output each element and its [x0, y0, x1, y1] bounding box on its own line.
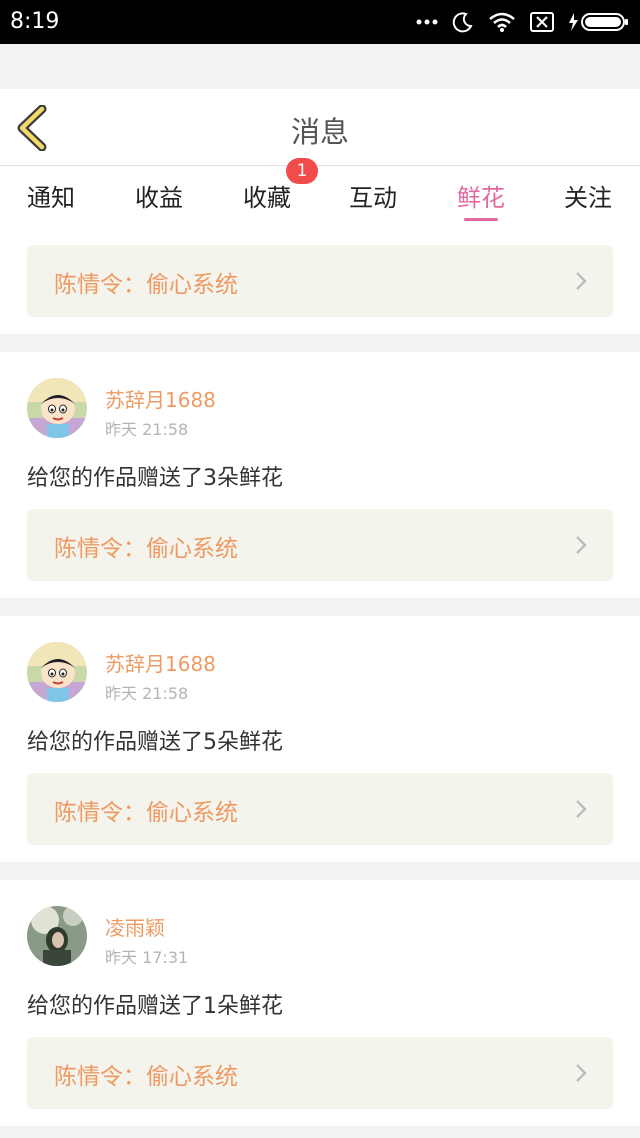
status-bar: 8:19: [0, 0, 640, 44]
flower-gift-item: 苏辞月1688 昨天 21:58 给您的作品赠送了5朵鲜花 陈情令：偷心系统: [0, 616, 640, 862]
battery-charging-icon: [568, 11, 630, 33]
active-tab-indicator: [464, 218, 498, 221]
no-sim-icon: [530, 12, 554, 32]
tab-notifications[interactable]: 通知: [6, 178, 96, 213]
gift-message: 给您的作品赠送了1朵鲜花: [27, 994, 283, 1019]
photo-avatar-icon: [27, 906, 87, 966]
book-title: 陈情令：偷心系统: [54, 800, 238, 826]
tab-flowers-label: 鲜花: [457, 184, 505, 212]
username[interactable]: 凌雨颖: [105, 912, 165, 941]
tab-bar: 通知 收益 收藏 互动 鲜花 关注: [0, 166, 640, 236]
avatar[interactable]: [27, 906, 87, 966]
book-link[interactable]: 陈情令：偷心系统: [27, 509, 613, 581]
avatar[interactable]: [27, 642, 87, 702]
username[interactable]: 苏辞月1688: [105, 648, 216, 677]
cartoon-boy-avatar-icon: [27, 642, 87, 702]
status-icons: [416, 8, 630, 36]
wifi-icon: [488, 11, 516, 33]
username[interactable]: 苏辞月1688: [105, 384, 216, 413]
gift-message: 给您的作品赠送了5朵鲜花: [27, 730, 283, 755]
cartoon-boy-avatar-icon: [27, 378, 87, 438]
book-link[interactable]: 陈情令：偷心系统: [27, 245, 613, 317]
tab-interactions[interactable]: 互动: [328, 178, 418, 213]
favorites-badge: 1: [286, 158, 318, 184]
book-title: 陈情令：偷心系统: [54, 1064, 238, 1090]
avatar[interactable]: [27, 378, 87, 438]
chevron-right-icon: [576, 272, 587, 290]
chevron-right-icon: [576, 536, 587, 554]
top-card: 陈情令：偷心系统: [0, 236, 640, 334]
book-link[interactable]: 陈情令：偷心系统: [27, 773, 613, 845]
do-not-disturb-moon-icon: [452, 11, 474, 33]
status-time: 8:19: [10, 9, 60, 34]
timestamp: 昨天 17:31: [105, 948, 189, 967]
gift-message: 给您的作品赠送了3朵鲜花: [27, 466, 283, 491]
page-title: 消息: [290, 115, 349, 149]
book-title: 陈情令：偷心系统: [54, 272, 238, 298]
chevron-right-icon: [576, 800, 587, 818]
app-header: 消息: [0, 89, 640, 166]
flower-gift-item: 苏辞月1688 昨天 21:58 给您的作品赠送了3朵鲜花 陈情令：偷心系统: [0, 352, 640, 598]
chevron-right-icon: [576, 1064, 587, 1082]
more-dots-icon: [416, 19, 438, 25]
timestamp: 昨天 21:58: [105, 420, 189, 439]
flower-gift-item: 凌雨颖 昨天 17:31 给您的作品赠送了1朵鲜花 陈情令：偷心系统: [0, 880, 640, 1126]
tab-follows[interactable]: 关注: [543, 178, 633, 213]
book-link[interactable]: 陈情令：偷心系统: [27, 1037, 613, 1109]
book-title: 陈情令：偷心系统: [54, 536, 238, 562]
tab-earnings[interactable]: 收益: [114, 178, 204, 213]
tab-flowers[interactable]: 鲜花: [436, 178, 526, 221]
timestamp: 昨天 21:58: [105, 684, 189, 703]
